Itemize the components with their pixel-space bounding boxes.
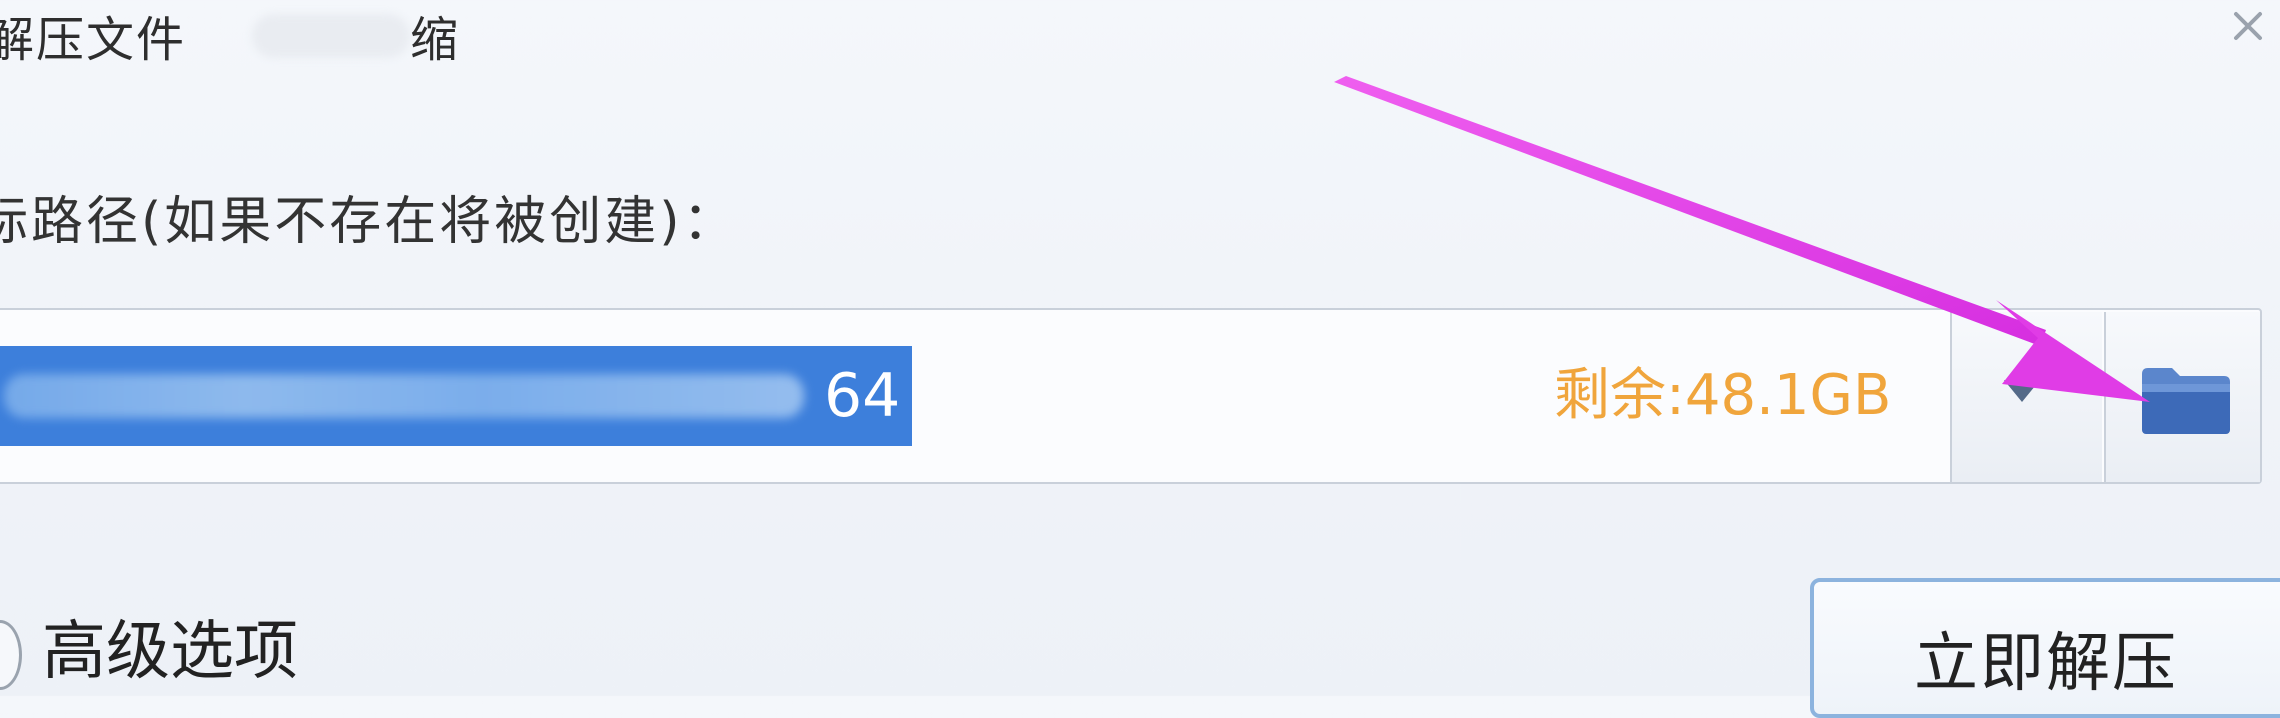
path-redacted-text xyxy=(4,374,804,418)
destination-path-field[interactable]: 64 剩余:48.1GB xyxy=(0,308,2262,484)
chevron-down-icon xyxy=(2004,380,2040,402)
advanced-options-label: 高级选项 xyxy=(42,615,298,689)
destination-path-label: 标路径(如果不存在将被创建)： xyxy=(0,192,738,252)
window-title: 解压文件 xyxy=(0,12,187,68)
path-history-dropdown-button[interactable] xyxy=(1950,312,2102,482)
close-button[interactable] xyxy=(2226,4,2270,48)
extract-now-button[interactable]: 立即解压 xyxy=(1810,578,2280,718)
close-icon xyxy=(2234,12,2262,40)
path-text-tail: 64 xyxy=(824,361,901,431)
title-redacted-filename xyxy=(252,14,410,58)
annotation-arrow-shaft xyxy=(1334,76,2046,346)
title-bar: 解压文件 缩 xyxy=(0,0,2280,80)
folder-icon xyxy=(2142,368,2230,434)
advanced-options-expand-icon xyxy=(0,620,22,690)
path-text-selection[interactable]: 64 xyxy=(0,346,912,446)
browse-folder-button[interactable] xyxy=(2104,312,2260,482)
free-space-indicator: 剩余:48.1GB xyxy=(1554,363,1892,428)
window-title-suffix: 缩 xyxy=(410,12,459,68)
extract-now-label: 立即解压 xyxy=(1914,627,2178,701)
